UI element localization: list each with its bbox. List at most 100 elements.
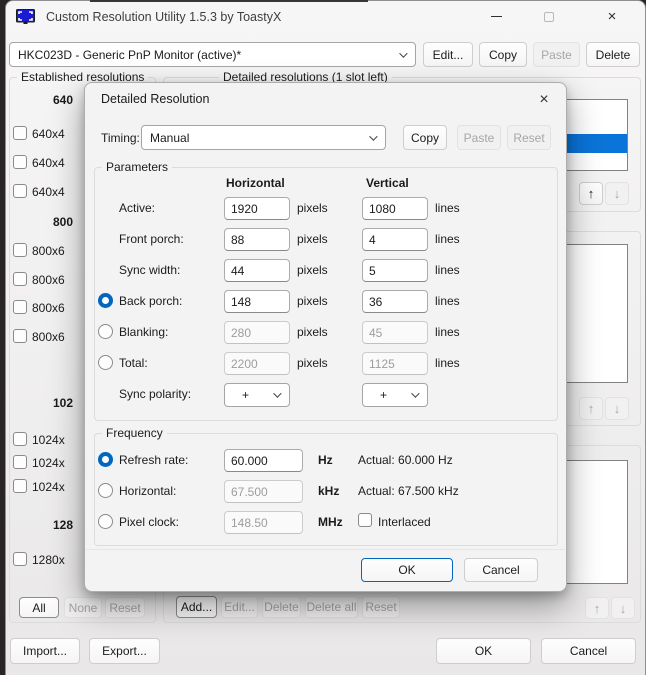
horizontal-freq-radio[interactable]: [98, 483, 113, 498]
param-label-sync-width: Sync width:: [119, 263, 181, 277]
refresh-rate-radio[interactable]: [98, 452, 113, 467]
established-all-button[interactable]: All: [19, 597, 59, 618]
lines-unit: lines: [435, 325, 460, 339]
sync-polarity-vertical-value: +: [380, 388, 388, 402]
mhz-unit: MHz: [318, 515, 343, 529]
resolution-checkbox[interactable]: [13, 184, 27, 198]
move-up-button[interactable]: ↑: [579, 182, 603, 205]
horizontal-freq-input: [224, 480, 303, 503]
active-vertical-input[interactable]: [362, 197, 428, 220]
pixels-unit: pixels: [297, 201, 328, 215]
pixels-unit: pixels: [297, 325, 328, 339]
back-porch-vertical-input[interactable]: [362, 290, 428, 313]
resolution-checkbox[interactable]: [13, 552, 27, 566]
blanking-horizontal-input: [224, 321, 290, 344]
back-porch-horizontal-input[interactable]: [224, 290, 290, 313]
established-header-1280: 128: [53, 518, 74, 532]
reset-button: Reset: [362, 596, 400, 618]
delete-monitor-button[interactable]: Delete: [586, 42, 640, 67]
detailed-resolution-dialog: Detailed Resolution × Timing: Manual Cop…: [84, 82, 567, 592]
refresh-rate-input[interactable]: [224, 449, 303, 472]
resolution-label: 1024x: [32, 456, 65, 470]
sync-polarity-horizontal-value: +: [242, 388, 250, 402]
timing-reset-button: Reset: [507, 125, 551, 150]
delete-button: Delete: [262, 596, 301, 618]
active-horizontal-input[interactable]: [224, 197, 290, 220]
freq-label-pixel-clock: Pixel clock:: [119, 515, 180, 529]
sync-polarity-horizontal-select[interactable]: +: [224, 383, 290, 407]
resolution-checkbox[interactable]: [13, 126, 27, 140]
move-up-button: ↑: [585, 597, 609, 619]
pixel-clock-radio[interactable]: [98, 514, 113, 529]
minimize-button[interactable]: [473, 1, 519, 32]
sync-width-vertical-input[interactable]: [362, 259, 428, 282]
lines-unit: lines: [435, 201, 460, 215]
resolution-checkbox[interactable]: [13, 300, 27, 314]
add-button[interactable]: Add...: [176, 596, 217, 618]
lines-unit: lines: [435, 356, 460, 370]
lines-unit: lines: [435, 294, 460, 308]
dialog-cancel-button[interactable]: Cancel: [464, 558, 538, 582]
close-icon: ×: [539, 91, 549, 108]
ok-button[interactable]: OK: [436, 638, 531, 664]
vertical-column-header: Vertical: [366, 176, 409, 190]
cancel-button[interactable]: Cancel: [541, 638, 636, 664]
chevron-down-icon: [399, 48, 408, 58]
timing-select[interactable]: Manual: [141, 125, 386, 150]
export-button[interactable]: Export...: [89, 638, 160, 664]
timing-copy-button[interactable]: Copy: [403, 125, 447, 150]
resolution-checkbox[interactable]: [13, 432, 27, 446]
pixels-unit: pixels: [297, 294, 328, 308]
front-porch-vertical-input[interactable]: [362, 228, 428, 251]
total-horizontal-input: [224, 352, 290, 375]
maximize-icon: [544, 11, 554, 22]
resolution-label: 800x6: [32, 301, 65, 315]
resolution-label: 800x6: [32, 330, 65, 344]
pixel-clock-input: [224, 511, 303, 534]
front-porch-horizontal-input[interactable]: [224, 228, 290, 251]
close-button[interactable]: ×: [589, 1, 635, 32]
khz-unit: kHz: [318, 484, 340, 498]
resolution-label: 1024x: [32, 433, 65, 447]
edit-monitor-button[interactable]: Edit...: [423, 42, 473, 67]
resolution-label: 640x4: [32, 127, 65, 141]
move-down-button: ↓: [605, 182, 629, 205]
interlaced-checkbox[interactable]: [358, 513, 372, 527]
lines-unit: lines: [435, 263, 460, 277]
resolution-checkbox[interactable]: [13, 479, 27, 493]
move-down-button: ↓: [611, 597, 635, 619]
timing-select-value: Manual: [150, 130, 190, 145]
monitor-select[interactable]: HKC023D - Generic PnP Monitor (active)*: [9, 42, 416, 67]
copy-monitor-button[interactable]: Copy: [479, 42, 527, 67]
move-down-button: ↓: [605, 397, 629, 420]
dialog-ok-button[interactable]: OK: [361, 558, 453, 582]
title-bar[interactable]: Custom Resolution Utility 1.5.3 by Toast…: [6, 1, 645, 33]
resolution-checkbox[interactable]: [13, 455, 27, 469]
monitor-select-value: HKC023D - Generic PnP Monitor (active)*: [18, 47, 242, 62]
resolution-label: 640x4: [32, 156, 65, 170]
resolution-label: 640x4: [32, 185, 65, 199]
resolution-checkbox[interactable]: [13, 272, 27, 286]
import-button[interactable]: Import...: [10, 638, 80, 664]
move-up-button: ↑: [579, 397, 603, 420]
resolution-checkbox[interactable]: [13, 155, 27, 169]
sync-width-horizontal-input[interactable]: [224, 259, 290, 282]
back-porch-radio[interactable]: [98, 293, 113, 308]
resolution-checkbox[interactable]: [13, 243, 27, 257]
chevron-down-icon: [369, 131, 378, 141]
param-label-back-porch: Back porch:: [119, 294, 183, 308]
resolution-label: 1024x: [32, 480, 65, 494]
app-icon: [16, 9, 35, 24]
established-header-1024: 102: [53, 396, 74, 410]
blanking-vertical-input: [362, 321, 428, 344]
dialog-close-button[interactable]: ×: [531, 89, 557, 111]
blanking-radio[interactable]: [98, 324, 113, 339]
pixels-unit: pixels: [297, 356, 328, 370]
freq-label-refresh-rate: Refresh rate:: [119, 453, 189, 467]
resolution-label: 800x6: [32, 244, 65, 258]
resolution-checkbox[interactable]: [13, 329, 27, 343]
sync-polarity-vertical-select[interactable]: +: [362, 383, 428, 407]
parameters-group-label: Parameters: [102, 160, 173, 174]
total-radio[interactable]: [98, 355, 113, 370]
pixels-unit: pixels: [297, 232, 328, 246]
